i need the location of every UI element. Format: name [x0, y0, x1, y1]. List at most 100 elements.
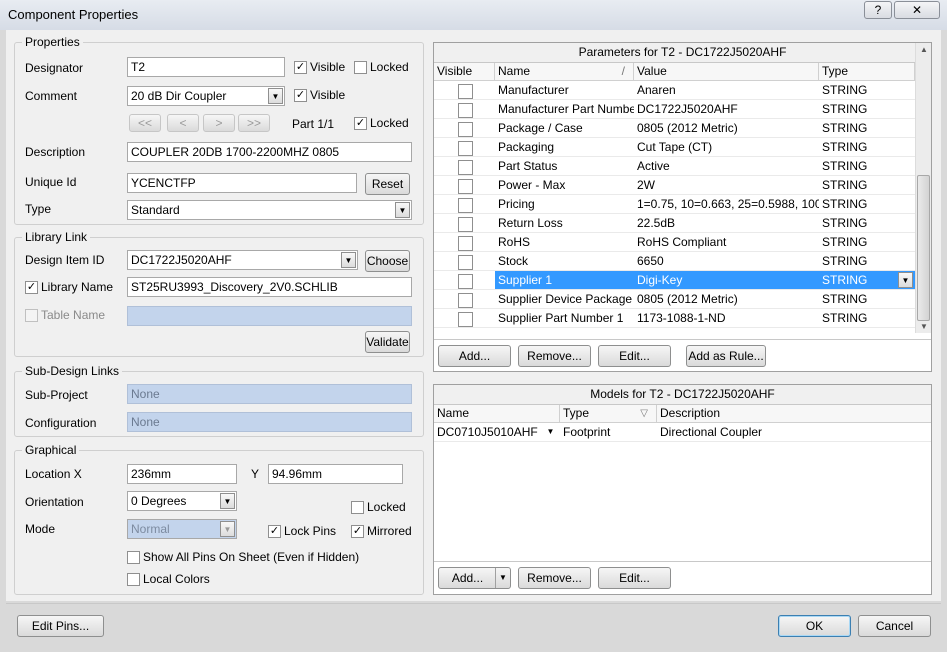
- model-name-cell[interactable]: DC0710J5010AHF: [434, 423, 560, 442]
- parameter-visible-checkbox[interactable]: [458, 103, 473, 118]
- prev-part-button[interactable]: <: [167, 114, 199, 132]
- mirrored-checkbox[interactable]: ✓: [351, 525, 364, 538]
- parameter-value-cell[interactable]: Anaren: [634, 81, 819, 100]
- mode-dropdown[interactable]: Normal ▼: [127, 519, 237, 539]
- parameter-row[interactable]: Supplier Device Package STRING 0805 (2012 …: [434, 290, 915, 309]
- model-add-button[interactable]: Add... ▼: [438, 567, 511, 589]
- model-edit-button[interactable]: Edit...: [598, 567, 671, 589]
- add-as-rule-button[interactable]: Add as Rule...: [686, 345, 766, 367]
- first-part-button[interactable]: <<: [129, 114, 161, 132]
- scroll-down-icon[interactable]: ▼: [920, 322, 928, 331]
- parameter-name-cell[interactable]: Pricing: [495, 195, 634, 214]
- parameter-visible-checkbox[interactable]: [458, 179, 473, 194]
- parameter-type-cell[interactable]: STRING: [819, 252, 915, 271]
- parameter-name-cell[interactable]: Power - Max: [495, 176, 634, 195]
- parameter-visible-checkbox[interactable]: [458, 274, 473, 289]
- parameter-type-cell[interactable]: STRING: [819, 100, 915, 119]
- designator-input[interactable]: T2: [127, 57, 285, 77]
- graphical-locked-checkbox[interactable]: [351, 501, 364, 514]
- parameter-row[interactable]: Return Loss STRING 22.5dB: [434, 214, 915, 233]
- description-input[interactable]: COUPLER 20DB 1700-2200MHZ 0805: [127, 142, 412, 162]
- parameter-row[interactable]: Stock STRING 6650: [434, 252, 915, 271]
- library-name-checkbox[interactable]: ✓: [25, 281, 38, 294]
- parameter-row[interactable]: Manufacturer STRING Anaren: [434, 81, 915, 100]
- designator-visible-checkbox[interactable]: ✓: [294, 61, 307, 74]
- col-model-description[interactable]: Description: [657, 405, 931, 423]
- parameter-type-cell[interactable]: STRING: [819, 195, 915, 214]
- unique-id-input[interactable]: YCENCTFP: [127, 173, 357, 193]
- parameter-visible-checkbox[interactable]: [458, 141, 473, 156]
- parameters-scrollbar[interactable]: ▲ ▼: [915, 43, 931, 333]
- parameter-value-cell[interactable]: 22.5dB: [634, 214, 819, 233]
- cancel-button[interactable]: Cancel: [858, 615, 931, 637]
- parameter-visible-checkbox[interactable]: [458, 255, 473, 270]
- configuration-input[interactable]: None: [127, 412, 412, 432]
- model-remove-button[interactable]: Remove...: [518, 567, 591, 589]
- validate-button[interactable]: Validate: [365, 331, 410, 353]
- parameter-visible-checkbox[interactable]: [458, 312, 473, 327]
- show-all-pins-checkbox[interactable]: [127, 551, 140, 564]
- part-locked-checkbox[interactable]: ✓: [354, 117, 367, 130]
- table-name-input[interactable]: [127, 306, 412, 326]
- orientation-dropdown[interactable]: 0 Degrees ▼: [127, 491, 237, 511]
- comment-dropdown[interactable]: 20 dB Dir Coupler ▼: [127, 86, 285, 106]
- chevron-down-icon[interactable]: ▼: [495, 568, 510, 588]
- parameter-name-cell[interactable]: Supplier Device Package: [495, 290, 634, 309]
- library-name-input[interactable]: ST25RU3993_Discovery_2V0.SCHLIB: [127, 277, 412, 297]
- parameter-value-cell[interactable]: 0805 (2012 Metric): [634, 290, 819, 309]
- parameter-row[interactable]: Package / Case STRING 0805 (2012 Metric): [434, 119, 915, 138]
- parameter-visible-checkbox[interactable]: [458, 198, 473, 213]
- param-add-button[interactable]: Add...: [438, 345, 511, 367]
- scroll-up-icon[interactable]: ▲: [920, 45, 928, 54]
- ok-button[interactable]: OK: [778, 615, 851, 637]
- parameter-value-cell[interactable]: 0805 (2012 Metric): [634, 119, 819, 138]
- lock-pins-checkbox[interactable]: ✓: [268, 525, 281, 538]
- parameter-value-cell[interactable]: Active: [634, 157, 819, 176]
- parameter-type-cell[interactable]: STRING: [819, 81, 915, 100]
- parameter-type-cell[interactable]: STRING: [819, 176, 915, 195]
- col-model-name[interactable]: Name: [434, 405, 560, 423]
- parameter-row[interactable]: Supplier Part Number 1 STRING 1173-1088-1-…: [434, 309, 915, 328]
- parameter-value-cell[interactable]: 1173-1088-1-ND: [634, 309, 819, 328]
- parameter-value-cell[interactable]: 6650: [634, 252, 819, 271]
- sub-project-input[interactable]: None: [127, 384, 412, 404]
- parameter-name-cell[interactable]: Manufacturer Part Number: [495, 100, 634, 119]
- model-description-cell[interactable]: Directional Coupler: [657, 423, 931, 442]
- parameter-value-cell[interactable]: RoHS Compliant: [634, 233, 819, 252]
- parameter-visible-checkbox[interactable]: [458, 293, 473, 308]
- parameter-value-cell[interactable]: DC1722J5020AHF: [634, 100, 819, 119]
- parameter-type-cell[interactable]: STRING: [819, 138, 915, 157]
- parameter-row[interactable]: Packaging STRING Cut Tape (CT): [434, 138, 915, 157]
- chevron-down-icon[interactable]: ▼: [898, 272, 913, 288]
- type-dropdown[interactable]: Standard ▼: [127, 200, 412, 220]
- parameter-value-cell[interactable]: 2W: [634, 176, 819, 195]
- parameter-row[interactable]: RoHS STRING RoHS Compliant: [434, 233, 915, 252]
- model-type-cell[interactable]: Footprint: [560, 423, 657, 442]
- reset-button[interactable]: Reset: [365, 173, 410, 195]
- parameter-name-cell[interactable]: Supplier 1: [495, 271, 634, 290]
- design-item-dropdown[interactable]: DC1722J5020AHF ▼: [127, 250, 358, 270]
- table-name-checkbox[interactable]: [25, 309, 38, 322]
- parameter-type-cell[interactable]: STRING: [819, 119, 915, 138]
- choose-button[interactable]: Choose: [365, 250, 410, 272]
- parameter-row[interactable]: Pricing STRING 1=0.75, 10=0.663, 25=0.5988…: [434, 195, 915, 214]
- param-remove-button[interactable]: Remove...: [518, 345, 591, 367]
- close-button[interactable]: ✕: [894, 1, 940, 19]
- parameter-name-cell[interactable]: Packaging: [495, 138, 634, 157]
- parameter-type-cell[interactable]: STRING: [819, 290, 915, 309]
- parameter-name-cell[interactable]: Stock: [495, 252, 634, 271]
- location-x-input[interactable]: 236mm: [127, 464, 237, 484]
- parameter-visible-checkbox[interactable]: [458, 217, 473, 232]
- col-name[interactable]: Name /: [495, 63, 634, 81]
- designator-locked-checkbox[interactable]: [354, 61, 367, 74]
- help-button[interactable]: ?: [864, 1, 892, 19]
- model-row[interactable]: DC0710J5010AHF Footprint Directional Coupl…: [434, 423, 931, 442]
- col-type[interactable]: Type: [819, 63, 915, 81]
- scroll-thumb[interactable]: [917, 175, 930, 321]
- comment-visible-checkbox[interactable]: ✓: [294, 89, 307, 102]
- local-colors-checkbox[interactable]: [127, 573, 140, 586]
- parameter-type-cell[interactable]: STRING: [819, 309, 915, 328]
- col-value[interactable]: Value: [634, 63, 819, 81]
- parameter-visible-checkbox[interactable]: [458, 160, 473, 175]
- param-edit-button[interactable]: Edit...: [598, 345, 671, 367]
